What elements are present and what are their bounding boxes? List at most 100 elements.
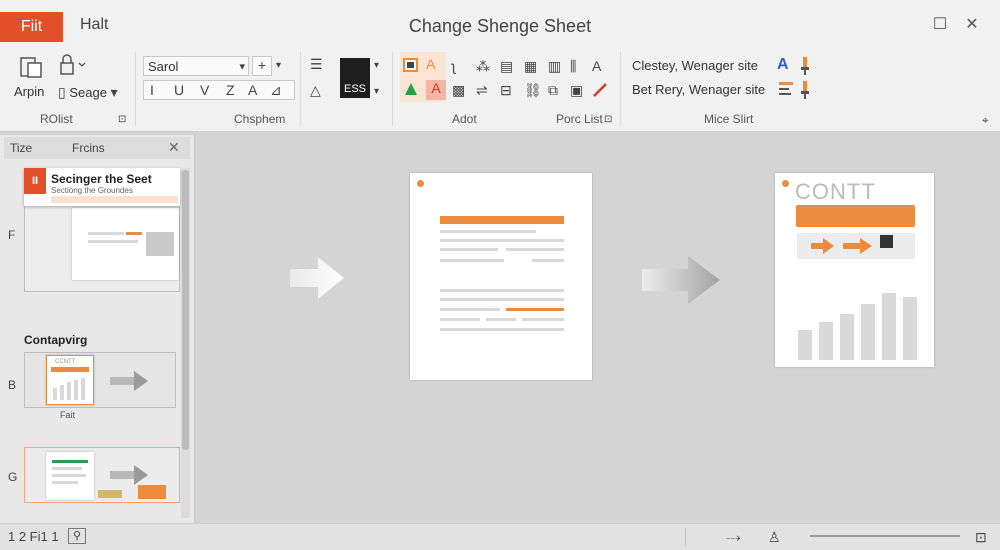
font-size-increase-button[interactable]: + bbox=[252, 56, 272, 76]
seage-button[interactable]: ▯ Seage ▾ bbox=[58, 84, 118, 100]
brush-icon bbox=[801, 81, 809, 99]
group-label-rolist: ROlist bbox=[40, 112, 73, 126]
separator bbox=[135, 52, 136, 126]
chevron-down-icon: ▾ bbox=[110, 84, 118, 100]
group-label-adot: Adot bbox=[452, 112, 477, 126]
columns-icon[interactable]: ▦ bbox=[524, 58, 537, 74]
separator bbox=[685, 528, 686, 546]
copy-icon[interactable]: ⧉ bbox=[548, 82, 558, 98]
arrow-right-icon bbox=[843, 238, 872, 254]
block-icon[interactable]: ▩ bbox=[452, 82, 465, 98]
slide-3-orange-block bbox=[138, 485, 166, 499]
font-color-red-button[interactable]: A bbox=[426, 80, 446, 100]
page-marker-dot bbox=[417, 180, 424, 187]
underline-button[interactable]: U bbox=[174, 82, 184, 98]
merge-icon[interactable]: ⊟ bbox=[500, 82, 512, 98]
arrow-right-icon bbox=[642, 256, 720, 304]
clipboard-icon bbox=[20, 57, 42, 78]
slide-1-callout: II Secinger the Seet Sectiong the Ground… bbox=[24, 168, 180, 206]
font-name-value: Sarol bbox=[148, 59, 179, 74]
frame-icon[interactable]: ▣ bbox=[570, 82, 583, 98]
close-pane-icon[interactable]: ✕ bbox=[168, 139, 180, 156]
v-button[interactable]: V bbox=[200, 82, 209, 98]
strike-icon[interactable]: ʅ bbox=[452, 58, 455, 74]
fit-window-icon[interactable]: ⊡ bbox=[975, 529, 987, 545]
paste-icon[interactable] bbox=[402, 56, 420, 77]
slide-number: G bbox=[8, 470, 18, 484]
green-shape-button[interactable] bbox=[404, 82, 418, 101]
paragraph-icon[interactable]: ⇌ bbox=[476, 82, 488, 98]
pane-tab-frcins[interactable]: Frcins bbox=[72, 141, 105, 155]
text-a-icon[interactable]: A bbox=[592, 58, 601, 74]
triangle-icon[interactable]: △ bbox=[310, 82, 321, 98]
align-left-icon[interactable]: ☰ bbox=[310, 56, 323, 72]
close-window-button[interactable]: ✕ bbox=[962, 14, 982, 34]
format-painter-icon[interactable]: ⊿ bbox=[270, 82, 282, 98]
slide-3-inner-page bbox=[46, 452, 94, 500]
separator bbox=[620, 52, 621, 126]
page-info: 1 2 Fi1 1 bbox=[8, 529, 59, 544]
dialog-launcher-icon[interactable]: ⊡ bbox=[604, 112, 612, 128]
chevron-down-icon[interactable]: ▾ bbox=[276, 58, 281, 74]
chevron-down-icon: ▾ bbox=[239, 61, 245, 73]
pane-tab-tize[interactable]: Tize bbox=[10, 141, 32, 155]
arpin-label: Arpin bbox=[14, 84, 45, 99]
slide-number: B bbox=[8, 378, 17, 392]
list-style-icon bbox=[779, 82, 793, 95]
z-button[interactable]: Z bbox=[226, 82, 235, 98]
canvas-arrow-1 bbox=[288, 254, 346, 307]
style-line-2[interactable]: Bet Rery, Wenager site bbox=[632, 82, 765, 97]
group-label-porc-list: Porc List bbox=[556, 112, 603, 126]
seage-label: Seage bbox=[69, 85, 107, 100]
window-title: Change Shenge Sheet bbox=[408, 16, 592, 36]
italic-button[interactable]: I bbox=[150, 82, 154, 98]
slide-number: F bbox=[8, 228, 16, 242]
zoom-slider[interactable] bbox=[810, 535, 960, 537]
lock-icon bbox=[60, 54, 86, 75]
slide-1-subheading: Sectiong the Groundes bbox=[51, 186, 133, 195]
font-name-select[interactable]: Sarol ▾ bbox=[143, 56, 249, 76]
slide-1-badge: II bbox=[24, 168, 46, 194]
pen-button[interactable] bbox=[592, 82, 608, 103]
chevron-down-icon[interactable]: ▾ bbox=[374, 84, 379, 100]
lock-dropdown[interactable] bbox=[58, 54, 88, 81]
brush-icon bbox=[801, 57, 809, 75]
undo-view-icon[interactable]: ⤏ bbox=[726, 529, 741, 545]
columns-alt-icon[interactable]: ⫼ bbox=[570, 58, 576, 74]
halt-tab[interactable]: Halt bbox=[80, 16, 108, 34]
document-page-1[interactable] bbox=[410, 173, 592, 380]
notes-icon[interactable]: ♙ bbox=[768, 529, 781, 545]
slide-3-yellow-block bbox=[98, 490, 122, 498]
document-icon: ▯ bbox=[58, 84, 66, 100]
slide-1-inner-page bbox=[72, 208, 179, 280]
pane-scrollbar-thumb[interactable] bbox=[182, 170, 189, 450]
big-style-button[interactable]: ESS bbox=[340, 58, 370, 98]
slide-2-arrow bbox=[110, 370, 150, 397]
list-style-button[interactable] bbox=[777, 80, 795, 103]
chevron-down-icon[interactable]: ▾ bbox=[374, 58, 379, 74]
arrow-right-icon bbox=[110, 371, 148, 391]
link-icon[interactable]: ⛓ bbox=[524, 82, 542, 98]
brush-button[interactable] bbox=[799, 56, 811, 81]
bars-icon[interactable]: ▥ bbox=[548, 58, 561, 74]
ribbon-collapse-icon[interactable]: ⌖ bbox=[982, 112, 989, 128]
separator bbox=[300, 52, 301, 126]
restore-window-button[interactable]: ☐ bbox=[930, 14, 950, 34]
brush-button-2[interactable] bbox=[799, 80, 811, 105]
slide-2-inner-page: CCNTT bbox=[46, 355, 94, 405]
grid-icon[interactable]: ⁂ bbox=[476, 58, 490, 74]
arpin-button[interactable] bbox=[18, 54, 46, 85]
text-highlight-icon[interactable]: A bbox=[426, 56, 435, 72]
table-icon[interactable]: ▤ bbox=[500, 58, 513, 74]
group-label-chsphem: Chsphem bbox=[234, 112, 286, 126]
font-color-button[interactable]: A bbox=[248, 82, 257, 98]
slide-3-title: CONTT bbox=[795, 179, 876, 204]
style-line-1[interactable]: Clestey, Wenager site bbox=[632, 58, 758, 73]
accessibility-icon[interactable]: ⚲ bbox=[68, 528, 86, 544]
arrow-right-icon bbox=[811, 238, 834, 254]
file-tab[interactable]: Fiit bbox=[0, 12, 63, 42]
process-square bbox=[880, 235, 893, 248]
dialog-launcher-icon[interactable]: ⊡ bbox=[118, 112, 126, 128]
document-page-2[interactable]: CONTT bbox=[775, 173, 934, 367]
font-color-blue-icon[interactable]: A bbox=[777, 56, 789, 74]
